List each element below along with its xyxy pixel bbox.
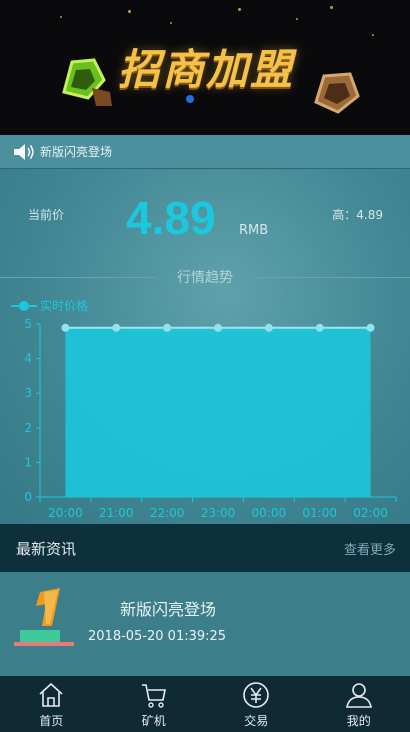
news-title: 新版闪亮登场 xyxy=(120,600,217,619)
notice-text: 新版闪亮登场 xyxy=(40,145,113,159)
sparkle xyxy=(296,18,298,20)
data-point xyxy=(214,323,222,332)
tab-home-label: 首页 xyxy=(39,714,64,728)
tab-mine[interactable]: 我的 xyxy=(308,676,410,732)
price-area-fill xyxy=(65,327,371,497)
tab-trade[interactable]: 交易 xyxy=(205,676,308,732)
tab-mine-label: 我的 xyxy=(346,714,371,728)
x-tick-label: 20:00 xyxy=(48,506,83,520)
data-point xyxy=(112,323,121,332)
yen-icon xyxy=(243,682,270,708)
carousel-indicator[interactable] xyxy=(186,95,194,103)
data-point xyxy=(366,323,375,332)
data-point xyxy=(315,323,324,332)
high-price: 高：4.89 xyxy=(332,208,383,222)
number-one-badge-icon xyxy=(14,588,74,646)
news-date: 2018-05-20 01:39:25 xyxy=(88,629,227,644)
x-tick-label: 01:00 xyxy=(302,506,337,520)
legend-label[interactable]: 实时价格 xyxy=(40,298,88,313)
bronze-pentagon-decoration xyxy=(314,72,360,114)
price-unit: RMB xyxy=(239,223,269,238)
tab-home[interactable]: 首页 xyxy=(0,676,103,732)
data-point xyxy=(163,323,172,332)
tab-miner-label: 矿机 xyxy=(141,714,166,728)
bottom-nav: 首页 矿机 交易 我的 xyxy=(0,676,410,732)
legend-marker xyxy=(19,301,29,311)
y-tick-label: 2 xyxy=(24,421,32,435)
sparkle xyxy=(238,8,241,11)
trend-title: 行情趋势 xyxy=(177,270,233,286)
news-header: 最新资讯 查看更多 xyxy=(0,524,410,572)
current-price-value: 4.89 xyxy=(126,192,216,244)
x-tick-label: 23:00 xyxy=(201,506,236,520)
speaker-icon xyxy=(14,143,34,160)
sparkle xyxy=(60,16,62,18)
sparkle xyxy=(170,22,172,24)
price-panel: 当前价 4.89 RMB 高：4.89 行情趋势 0 1 2 3 4 5 20:00 21:… xyxy=(0,169,410,524)
green-pentagon-decoration xyxy=(62,58,112,106)
view-more-link[interactable]: 查看更多 xyxy=(344,539,396,558)
user-icon xyxy=(345,683,372,708)
news-list-item[interactable]: 新版闪亮登场 2018-05-20 01:39:25 xyxy=(0,572,410,676)
y-tick-label: 0 xyxy=(24,490,32,504)
cart-icon xyxy=(141,684,166,708)
data-point xyxy=(264,323,273,332)
y-tick-label: 4 xyxy=(24,352,32,366)
sparkle xyxy=(372,34,374,36)
x-tick-label: 22:00 xyxy=(150,506,185,520)
y-tick-label: 1 xyxy=(24,455,32,469)
current-price-label: 当前价 xyxy=(28,208,65,222)
promo-banner[interactable]: 招商加盟 xyxy=(0,0,410,135)
banner-title: 招商加盟 xyxy=(118,45,295,94)
tab-miner[interactable]: 矿机 xyxy=(103,676,206,732)
news-heading: 最新资讯 xyxy=(16,539,77,558)
notice-bar[interactable]: 新版闪亮登场 xyxy=(0,135,410,169)
tab-trade-label: 交易 xyxy=(244,714,269,728)
home-icon xyxy=(39,682,63,707)
y-tick-label: 5 xyxy=(24,317,32,331)
price-chart: 0 1 2 3 4 5 20:00 21:00 22:00 23:00 00:00 01:00 02:… xyxy=(11,298,397,520)
sparkle xyxy=(128,10,131,13)
sparkle xyxy=(330,6,333,9)
x-tick-label: 02:00 xyxy=(353,506,388,520)
x-tick-label: 00:00 xyxy=(252,506,287,520)
data-point xyxy=(61,323,70,332)
y-tick-label: 3 xyxy=(24,386,32,400)
x-tick-label: 21:00 xyxy=(99,506,134,520)
